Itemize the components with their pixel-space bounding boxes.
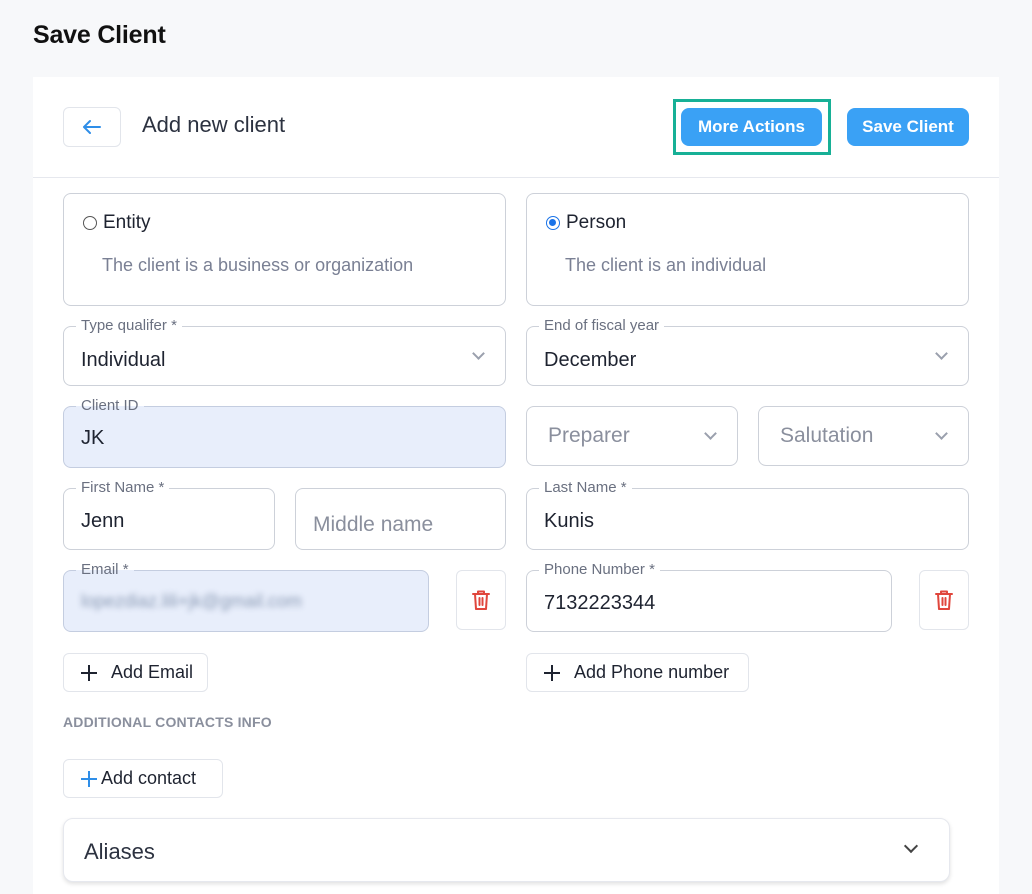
- entity-radio[interactable]: [83, 216, 97, 230]
- fiscal-year-label: End of fiscal year: [539, 317, 665, 335]
- form-title: Add new client: [142, 112, 286, 137]
- type-qualifier-select[interactable]: Type qualifer * Individual: [63, 317, 506, 386]
- more-actions-button[interactable]: More Actions: [681, 108, 822, 146]
- client-id-value: JK: [81, 427, 105, 449]
- plus-icon: [81, 664, 97, 681]
- additional-contacts-heading: ADDITIONAL CONTACTS INFO: [63, 714, 272, 730]
- trash-icon: [472, 590, 490, 610]
- entity-label: Entity: [103, 212, 151, 233]
- first-name-value: Jenn: [81, 510, 125, 532]
- salutation-placeholder: Salutation: [780, 424, 874, 447]
- preparer-placeholder: Preparer: [548, 424, 630, 447]
- add-email-button[interactable]: Add Email: [63, 653, 208, 692]
- last-name-field[interactable]: Last Name * Kunis: [526, 479, 969, 550]
- preparer-select[interactable]: Preparer: [526, 406, 738, 466]
- first-name-label: First Name *: [76, 479, 170, 497]
- add-email-label: Add Email: [111, 662, 194, 682]
- chevron-down-icon: [704, 427, 717, 440]
- plus-icon: [81, 770, 97, 787]
- fiscal-year-value: December: [544, 349, 637, 371]
- first-name-field[interactable]: First Name * Jenn: [63, 479, 275, 550]
- back-button[interactable]: [63, 107, 121, 147]
- chevron-down-icon: [935, 427, 948, 440]
- person-option[interactable]: Person The client is an individual: [526, 193, 969, 306]
- email-value: lopezdiaz.lili+jk@gmail.com: [81, 591, 302, 611]
- delete-email-button[interactable]: [456, 570, 506, 630]
- phone-field[interactable]: Phone Number * 7132223344: [526, 561, 892, 632]
- middle-name-placeholder: Middle name: [313, 513, 434, 536]
- middle-name-field[interactable]: Middle name: [295, 488, 506, 550]
- save-client-button[interactable]: Save Client: [847, 108, 969, 146]
- type-qualifier-value: Individual: [81, 349, 166, 371]
- card-header: Add new client More Actions Save Client: [33, 77, 999, 178]
- type-qualifier-label: Type qualifer *: [76, 317, 182, 335]
- person-description: The client is an individual: [565, 255, 767, 275]
- client-id-field[interactable]: Client ID JK: [63, 397, 506, 468]
- add-contact-button[interactable]: Add contact: [63, 759, 223, 798]
- person-radio[interactable]: [546, 216, 560, 230]
- client-form-card: Add new client More Actions Save Client …: [33, 77, 999, 894]
- email-field[interactable]: Email * lopezdiaz.lili+jk@gmail.com: [63, 561, 429, 632]
- phone-label: Phone Number *: [539, 561, 660, 579]
- chevron-down-icon: [935, 347, 948, 360]
- page-title: Save Client: [33, 21, 166, 49]
- add-phone-button[interactable]: Add Phone number: [526, 653, 749, 692]
- aliases-label: Aliases: [84, 839, 155, 864]
- delete-phone-button[interactable]: [919, 570, 969, 630]
- entity-description: The client is a business or organization: [102, 255, 414, 275]
- email-label: Email *: [76, 561, 134, 579]
- add-phone-label: Add Phone number: [574, 662, 730, 682]
- last-name-label: Last Name *: [539, 479, 632, 497]
- entity-option[interactable]: Entity The client is a business or organ…: [63, 193, 506, 306]
- client-id-label: Client ID: [76, 397, 144, 415]
- plus-icon: [544, 664, 560, 681]
- trash-icon: [935, 590, 953, 610]
- last-name-value: Kunis: [544, 510, 595, 532]
- chevron-down-icon: [903, 838, 919, 854]
- aliases-accordion[interactable]: Aliases: [63, 818, 950, 882]
- person-label: Person: [566, 212, 627, 233]
- chevron-down-icon: [472, 347, 485, 360]
- add-contact-label: Add contact: [101, 768, 197, 788]
- phone-value: 7132223344: [544, 592, 656, 614]
- arrow-left-icon: [83, 120, 101, 134]
- salutation-select[interactable]: Salutation: [758, 406, 969, 466]
- fiscal-year-select[interactable]: End of fiscal year December: [526, 317, 969, 386]
